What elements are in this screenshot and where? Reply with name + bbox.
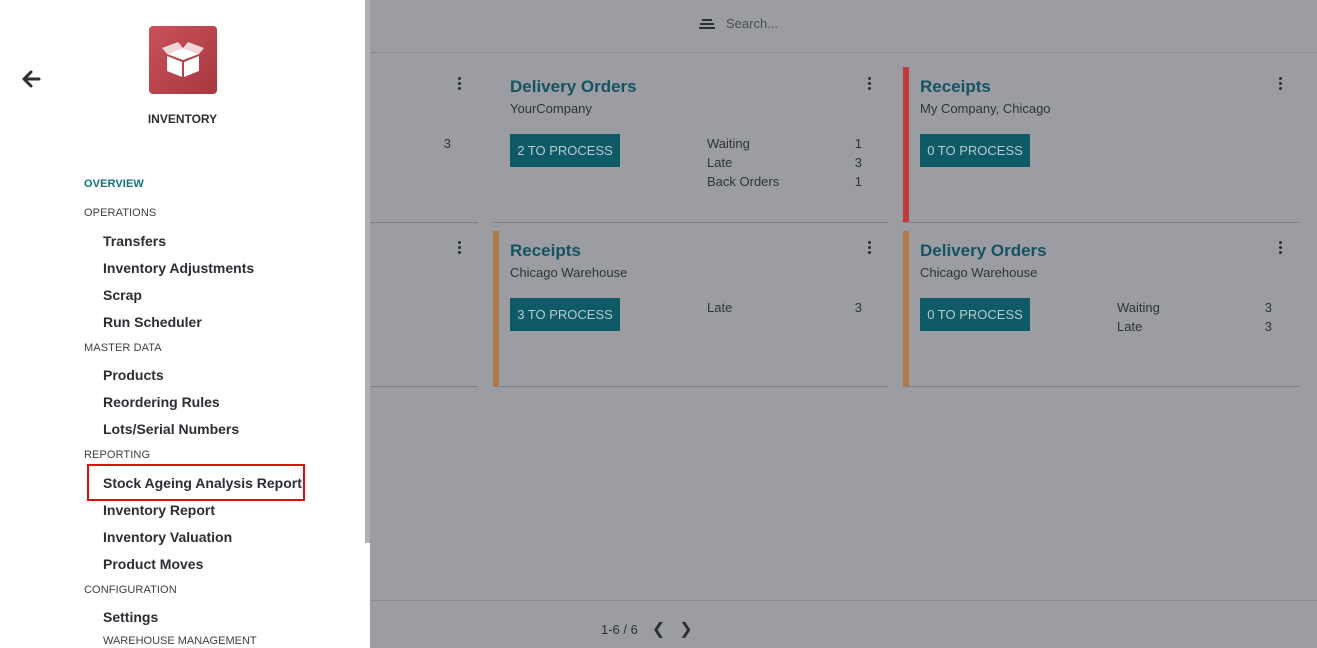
stat-row[interactable]: Late 3 xyxy=(1117,319,1272,338)
menu-section-master-data: MASTER DATA xyxy=(84,342,162,354)
card-title[interactable]: Receipts xyxy=(510,241,581,261)
app-sidebar: INVENTORY OVERVIEW OPERATIONS Transfers … xyxy=(0,0,370,648)
menu-item-inventory-adjustments[interactable]: Inventory Adjustments xyxy=(103,260,254,276)
pager: 1-6 / 6 ❮ ❯ xyxy=(601,619,693,639)
menu-item-scrap[interactable]: Scrap xyxy=(103,287,142,303)
card-subtitle: Chicago Warehouse xyxy=(510,265,628,280)
stat-row[interactable]: Waiting 1 xyxy=(707,136,862,155)
menu-item-inventory-valuation[interactable]: Inventory Valuation xyxy=(103,529,232,545)
card-accent-bar xyxy=(493,231,499,386)
card-title[interactable]: Receipts xyxy=(920,77,991,97)
stat-row[interactable]: Late 3 xyxy=(707,155,862,174)
card-title[interactable]: Delivery Orders xyxy=(510,77,637,97)
search-input[interactable]: Search... xyxy=(726,16,778,31)
card-stats: 3 xyxy=(443,136,451,151)
menu-section-operations: OPERATIONS xyxy=(84,207,157,219)
kanban-card[interactable]: 3 xyxy=(370,67,478,223)
card-subtitle: Chicago Warehouse xyxy=(920,265,1038,280)
open-box-icon xyxy=(149,26,217,94)
card-accent-bar xyxy=(903,67,909,222)
kanban-card[interactable]: Delivery Orders YourCompany 2 TO PROCESS… xyxy=(493,67,888,223)
card-accent-bar xyxy=(903,231,909,386)
kebab-menu-icon[interactable] xyxy=(868,241,872,254)
menu-item-settings[interactable]: Settings xyxy=(103,609,158,625)
menu-item-warehouse-management[interactable]: WAREHOUSE MANAGEMENT xyxy=(103,635,257,647)
menu-item-product-moves[interactable]: Product Moves xyxy=(103,556,203,572)
search-bar[interactable]: Search... xyxy=(698,16,778,31)
kebab-menu-icon[interactable] xyxy=(1279,241,1283,254)
kanban-card[interactable] xyxy=(370,231,478,387)
menu-section-configuration: CONFIGURATION xyxy=(84,584,177,596)
to-process-button[interactable]: 0 TO PROCESS xyxy=(920,298,1030,331)
menu-item-lots-serial-numbers[interactable]: Lots/Serial Numbers xyxy=(103,421,239,437)
scrollbar[interactable] xyxy=(365,0,370,543)
card-stats: Late 3 xyxy=(707,300,862,319)
kebab-menu-icon[interactable] xyxy=(458,241,462,254)
menu-item-run-scheduler[interactable]: Run Scheduler xyxy=(103,314,202,330)
kebab-menu-icon[interactable] xyxy=(868,77,872,90)
stat-row[interactable]: Waiting 3 xyxy=(1117,300,1272,319)
kanban-card[interactable]: Receipts My Company, Chicago 0 TO PROCES… xyxy=(903,67,1299,223)
control-panel xyxy=(370,0,1317,53)
stat-row[interactable]: Late 3 xyxy=(707,300,862,319)
menu-item-products[interactable]: Products xyxy=(103,367,164,383)
kebab-menu-icon[interactable] xyxy=(1279,77,1283,90)
card-title[interactable]: Delivery Orders xyxy=(920,241,1047,261)
filter-icon xyxy=(698,17,716,31)
card-stats: Waiting 1 Late 3 Back Orders 1 xyxy=(707,136,862,193)
footer-bar xyxy=(370,600,1317,648)
highlight-box xyxy=(87,464,305,501)
menu-section-reporting: REPORTING xyxy=(84,449,151,461)
menu-item-reordering-rules[interactable]: Reordering Rules xyxy=(103,394,220,410)
menu-overview[interactable]: OVERVIEW xyxy=(84,178,144,190)
stat-row[interactable]: Back Orders 1 xyxy=(707,174,862,193)
kebab-menu-icon[interactable] xyxy=(458,77,462,90)
card-subtitle: My Company, Chicago xyxy=(920,101,1051,116)
app-name: INVENTORY xyxy=(147,112,218,126)
menu-item-transfers[interactable]: Transfers xyxy=(103,233,166,249)
arrow-left-icon[interactable] xyxy=(22,68,42,90)
to-process-button[interactable]: 0 TO PROCESS xyxy=(920,134,1030,167)
to-process-button[interactable]: 2 TO PROCESS xyxy=(510,134,620,167)
menu-item-inventory-report[interactable]: Inventory Report xyxy=(103,502,215,518)
kanban-card[interactable]: Receipts Chicago Warehouse 3 TO PROCESS … xyxy=(493,231,888,387)
to-process-button[interactable]: 3 TO PROCESS xyxy=(510,298,620,331)
card-subtitle: YourCompany xyxy=(510,101,592,116)
pager-value[interactable]: 1-6 / 6 xyxy=(601,622,638,637)
chevron-left-icon[interactable]: ❮ xyxy=(652,619,665,639)
kanban-card[interactable]: Delivery Orders Chicago Warehouse 0 TO P… xyxy=(903,231,1299,387)
card-stats: Waiting 3 Late 3 xyxy=(1117,300,1272,338)
chevron-right-icon[interactable]: ❯ xyxy=(679,619,692,639)
